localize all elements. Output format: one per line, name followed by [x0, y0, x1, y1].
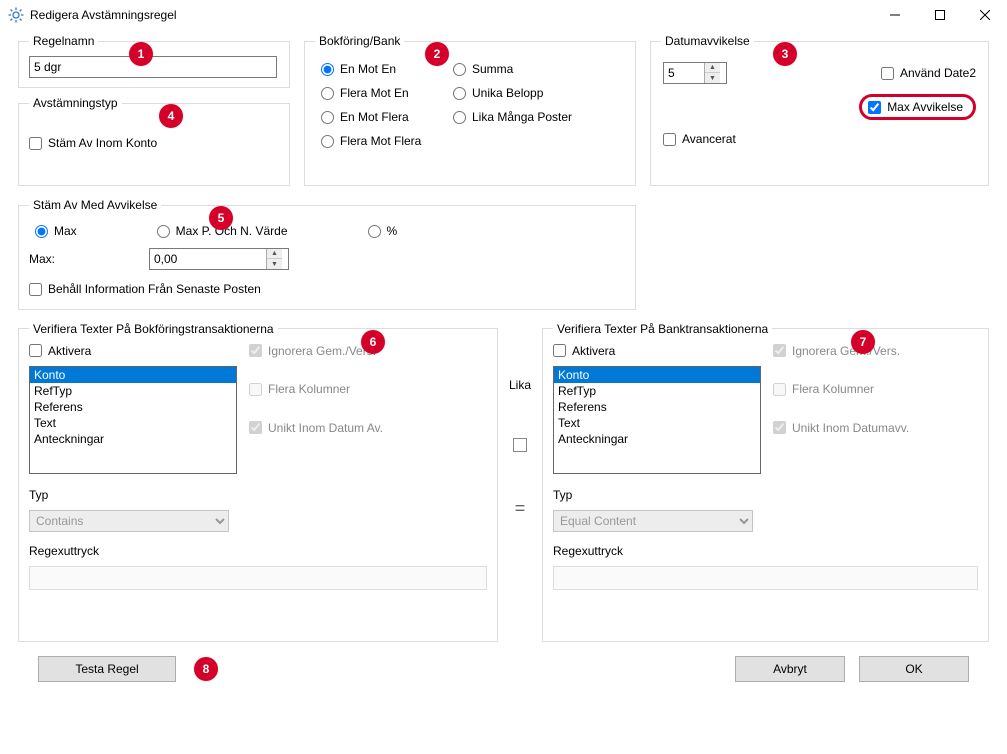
verifL-regex-label: Regexuttryck [29, 544, 487, 558]
max-label: Max: [29, 252, 109, 266]
stam-av-inom-konto-check[interactable]: Stäm Av Inom Konto [29, 136, 157, 150]
stam-av-med-avvikelse-group: Stäm Av Med Avvikelse Max Max P. Och N. … [18, 198, 636, 310]
datum-group: Datumavvikelse ▲▼ Använd Date2 Max Avvik… [650, 34, 989, 186]
list-item[interactable]: Konto [30, 367, 236, 383]
verif-bank-group: Verifiera Texter På Banktransaktionerna … [542, 322, 989, 642]
radio-en-mot-flera[interactable]: En Mot Flera [321, 110, 441, 124]
verifL-unique-date-check: Unikt Inom Datum Av. [249, 421, 383, 435]
list-item[interactable]: Anteckningar [30, 431, 236, 447]
badge-6: 6 [361, 330, 385, 354]
radio-summa[interactable]: Summa [453, 62, 625, 76]
stamav-legend: Stäm Av Med Avvikelse [29, 198, 161, 212]
badge-5: 5 [209, 206, 233, 230]
window-title: Redigera Avstämningsregel [30, 8, 872, 22]
list-item[interactable]: Referens [554, 399, 760, 415]
middle-column: Lika = [498, 322, 542, 642]
badge-8: 8 [194, 657, 218, 681]
verifL-activate-check[interactable]: Aktivera [29, 344, 91, 358]
verifR-typ-label: Typ [553, 488, 978, 502]
verifR-multi-cols-check: Flera Kolumner [773, 382, 874, 396]
cancel-button[interactable]: Avbryt [735, 656, 845, 682]
regelnamn-input[interactable] [29, 56, 277, 78]
use-date2-check[interactable]: Använd Date2 [881, 66, 976, 80]
badge-3: 3 [773, 42, 797, 66]
badge-7: 7 [851, 330, 875, 354]
verif-bokforing-group: Verifiera Texter På Bokföringstransaktio… [18, 322, 498, 642]
gear-icon [8, 7, 24, 23]
spin-up-icon[interactable]: ▲ [267, 249, 282, 259]
list-item[interactable]: Konto [554, 367, 760, 383]
radio-unika-belopp[interactable]: Unika Belopp [453, 86, 625, 100]
radio-en-mot-en[interactable]: En Mot En [321, 62, 441, 76]
max-spinner-input[interactable] [150, 249, 266, 269]
ok-button[interactable]: OK [859, 656, 969, 682]
max-avvikelse-highlight: Max Avvikelse [859, 94, 976, 120]
minimize-button[interactable] [872, 0, 917, 30]
lika-checkbox[interactable] [513, 438, 527, 452]
test-rule-button[interactable]: Testa Regel [38, 656, 176, 682]
avstamningstyp-group: Avstämningstyp Stäm Av Inom Konto 4 [18, 96, 290, 186]
avstamningstyp-legend: Avstämningstyp [29, 96, 122, 110]
verifR-regex-label: Regexuttryck [553, 544, 978, 558]
max-spinner[interactable]: ▲▼ [149, 248, 289, 270]
verifL-listbox[interactable]: Konto RefTyp Referens Text Anteckningar [29, 366, 237, 474]
spin-down-icon[interactable]: ▼ [705, 73, 720, 83]
close-button[interactable] [962, 0, 1007, 30]
badge-4: 4 [159, 104, 183, 128]
verifL-multi-cols-check: Flera Kolumner [249, 382, 350, 396]
datum-legend: Datumavvikelse [661, 34, 754, 48]
verifR-listbox[interactable]: Konto RefTyp Referens Text Anteckningar [553, 366, 761, 474]
radio-percent[interactable]: % [368, 224, 398, 238]
list-item[interactable]: Anteckningar [554, 431, 760, 447]
list-item[interactable]: Text [30, 415, 236, 431]
badge-1: 1 [129, 42, 153, 66]
window-buttons [872, 0, 1007, 30]
max-avvikelse-check[interactable]: Max Avvikelse [868, 100, 963, 114]
keep-info-check[interactable]: Behåll Information Från Senaste Posten [29, 282, 261, 296]
verifR-regex-input [553, 566, 978, 590]
regelnamn-legend: Regelnamn [29, 34, 98, 48]
radio-lika-manga[interactable]: Lika Många Poster [453, 110, 625, 124]
verifR-typ-select: Equal Content [553, 510, 753, 532]
radio-flera-mot-en[interactable]: Flera Mot En [321, 86, 441, 100]
spin-up-icon[interactable]: ▲ [705, 63, 720, 73]
verifL-typ-label: Typ [29, 488, 487, 502]
badge-2: 2 [425, 42, 449, 66]
bokforing-legend: Bokföring/Bank [315, 34, 404, 48]
verifL-ignore-case-check: Ignorera Gem./Vers. [249, 344, 376, 358]
verifL-typ-select: Contains [29, 510, 229, 532]
equals-icon: = [515, 498, 526, 519]
verif-bokforing-legend: Verifiera Texter På Bokföringstransaktio… [29, 322, 278, 336]
verifL-regex-input [29, 566, 487, 590]
verif-bank-legend: Verifiera Texter På Banktransaktionerna [553, 322, 772, 336]
avancerat-check[interactable]: Avancerat [663, 132, 736, 146]
verifR-activate-check[interactable]: Aktivera [553, 344, 615, 358]
list-item[interactable]: Text [554, 415, 760, 431]
list-item[interactable]: RefTyp [30, 383, 236, 399]
list-item[interactable]: RefTyp [554, 383, 760, 399]
spin-down-icon[interactable]: ▼ [267, 259, 282, 269]
verifR-ignore-case-check: Ignorera Gem./Vers. [773, 344, 900, 358]
lika-label: Lika [509, 378, 531, 392]
datum-spinner[interactable]: ▲▼ [663, 62, 727, 84]
bokforing-group: Bokföring/Bank En Mot En Summa Flera Mot… [304, 34, 636, 186]
datum-spinner-input[interactable] [664, 63, 704, 83]
list-item[interactable]: Referens [30, 399, 236, 415]
radio-max[interactable]: Max [35, 224, 77, 238]
maximize-button[interactable] [917, 0, 962, 30]
radio-flera-mot-flera[interactable]: Flera Mot Flera [321, 134, 441, 148]
footer: Testa Regel 8 Avbryt OK [18, 642, 989, 682]
title-bar: Redigera Avstämningsregel [0, 0, 1007, 30]
regelnamn-group: Regelnamn 1 [18, 34, 290, 88]
verifR-unique-date-check: Unikt Inom Datumavv. [773, 421, 909, 435]
